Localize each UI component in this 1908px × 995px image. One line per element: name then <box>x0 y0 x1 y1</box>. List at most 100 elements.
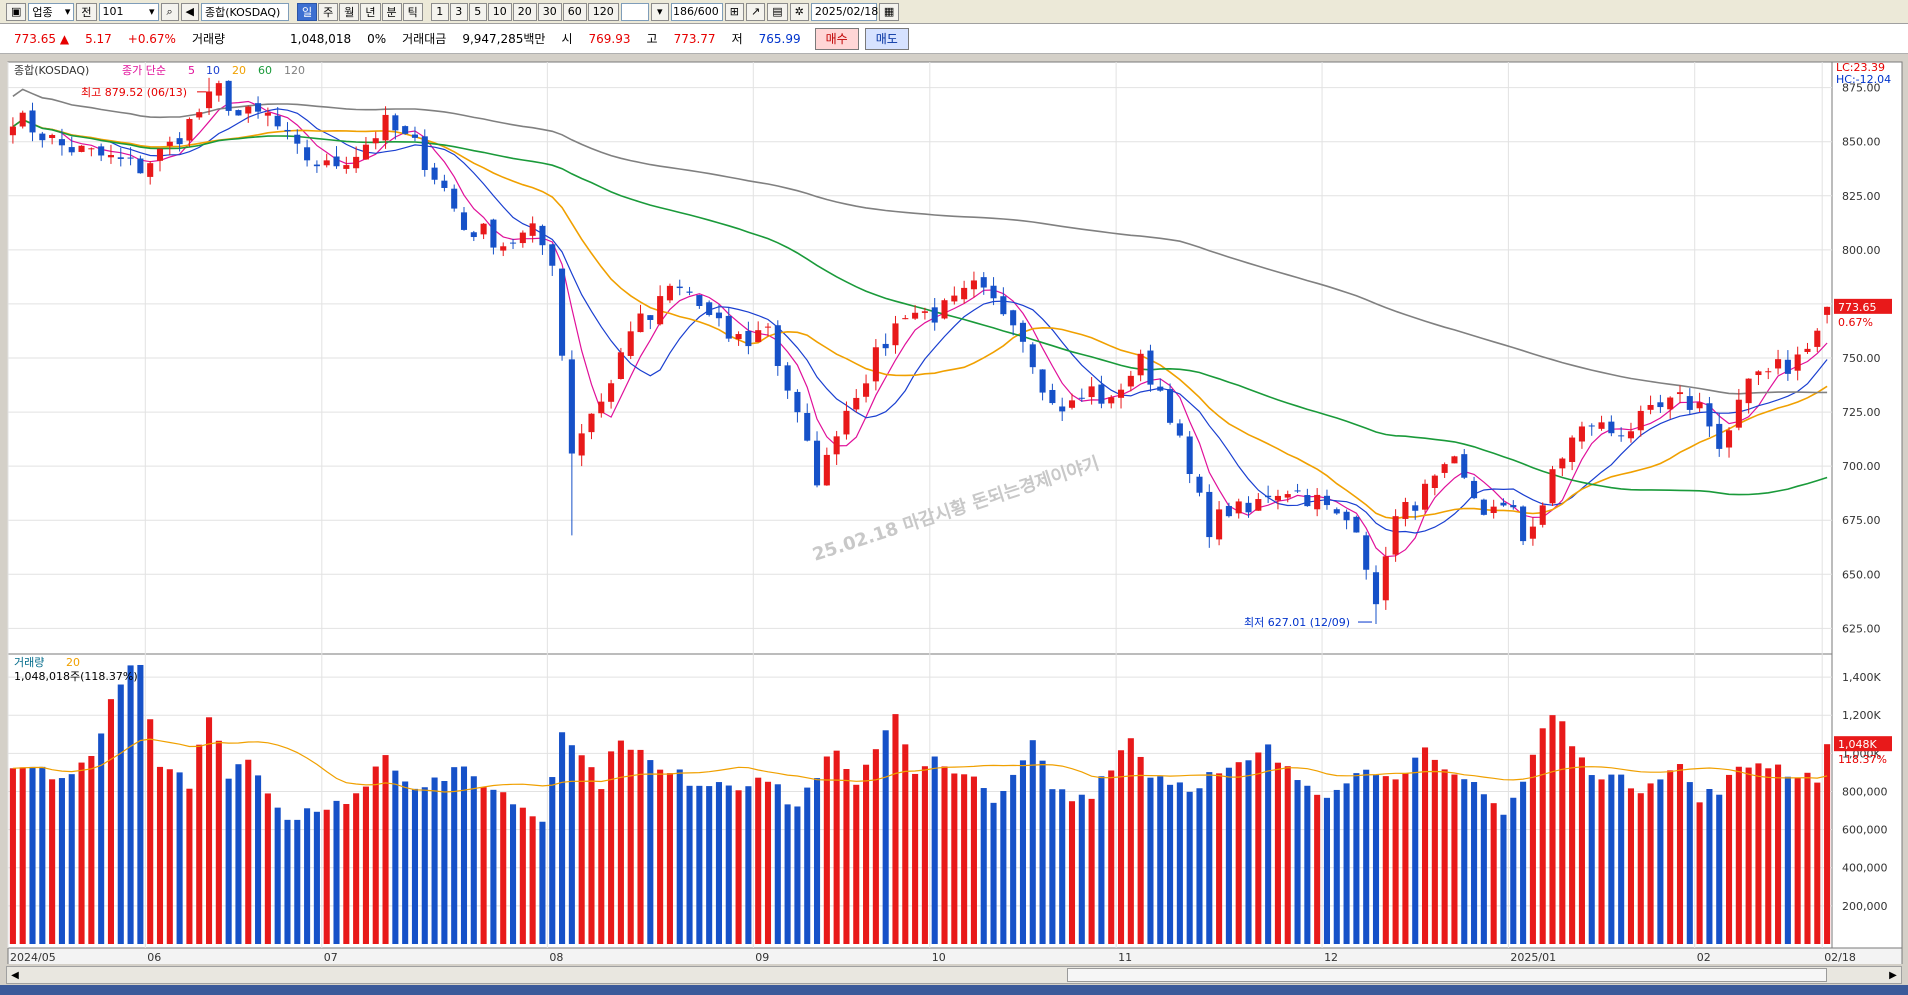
grid-icon[interactable]: ⊞ <box>724 2 744 21</box>
price-tick-label: 650.00 <box>1842 568 1881 581</box>
tab-period-4[interactable]: 분 <box>381 2 402 21</box>
volume-bar <box>568 745 575 944</box>
candle <box>274 115 281 127</box>
tab-period-1[interactable]: 주 <box>318 2 339 21</box>
candle <box>1284 494 1291 498</box>
candle <box>58 139 65 146</box>
chevron-down-icon[interactable]: ▾ <box>650 2 669 21</box>
volume-bar <box>274 807 281 944</box>
volume-bar <box>1176 782 1183 944</box>
candle <box>1569 437 1576 463</box>
sell-button[interactable]: 매도 <box>864 27 909 50</box>
candle <box>1108 397 1115 404</box>
tab-period-0[interactable]: 일 <box>297 2 318 21</box>
amount-value: 9,947,285백만 <box>462 32 546 46</box>
candle <box>205 91 213 109</box>
scrollbar-thumb[interactable] <box>1067 968 1827 982</box>
tab-interval-20[interactable]: 20 <box>512 2 537 21</box>
volume-bar <box>931 756 938 944</box>
date-tick-label: 12 <box>1324 951 1338 964</box>
candle <box>372 138 379 144</box>
code-input[interactable]: 101 ▾ <box>98 2 159 21</box>
scroll-left-icon[interactable]: ◀ <box>8 968 22 982</box>
candle <box>1814 330 1821 347</box>
candle <box>1157 386 1164 391</box>
candle <box>1196 476 1203 493</box>
scroll-right-icon[interactable]: ▶ <box>1886 968 1900 982</box>
volume-bar <box>1559 721 1566 944</box>
candle <box>961 287 968 300</box>
search-icon[interactable]: ⌕ <box>160 2 179 21</box>
candle <box>1343 511 1350 521</box>
tab-interval-60[interactable]: 60 <box>562 2 587 21</box>
volume-bar <box>1000 790 1007 944</box>
volume-bar <box>1824 744 1831 944</box>
buy-button[interactable]: 매수 <box>814 27 859 50</box>
tab-interval-10[interactable]: 10 <box>487 2 512 21</box>
volume-bar <box>107 699 115 944</box>
price-chart[interactable]: 625.00650.00675.00700.00725.00750.00775.… <box>0 56 1908 964</box>
candle <box>1147 350 1154 385</box>
candle <box>1039 369 1046 393</box>
volume-bar <box>1725 774 1733 944</box>
tab-period-5[interactable]: 틱 <box>402 2 423 21</box>
volume-bar <box>1784 776 1791 944</box>
candle <box>519 232 526 244</box>
gear-icon[interactable]: ✲ <box>789 2 809 21</box>
candle <box>225 80 232 111</box>
volume-bar <box>1520 781 1527 944</box>
count-field[interactable]: 186/600 <box>670 2 723 21</box>
tab-period-2[interactable]: 월 <box>339 2 360 21</box>
volume-tick-label: 600,000 <box>1842 824 1888 837</box>
date-tick-label: 11 <box>1118 951 1132 964</box>
candle <box>166 141 173 146</box>
volume-bar <box>39 766 46 944</box>
volume-bar <box>1265 744 1272 944</box>
volume-bar <box>1765 768 1772 944</box>
tab-interval-5[interactable]: 5 <box>468 2 487 21</box>
volume-bar <box>147 719 154 944</box>
volume-bar <box>1372 775 1380 944</box>
calendar-icon[interactable]: ▦ <box>878 2 900 21</box>
volume-bar <box>872 749 879 944</box>
candle <box>1647 404 1654 410</box>
tab-interval-30[interactable]: 30 <box>537 2 562 21</box>
speaker-icon[interactable]: ◀ <box>180 2 199 21</box>
volume-bar <box>1441 769 1448 944</box>
volume-bar <box>1029 740 1036 944</box>
tab-interval-120[interactable]: 120 <box>587 2 619 21</box>
candle <box>480 223 487 235</box>
prev-button[interactable]: 전 <box>76 2 97 21</box>
layout-icon[interactable]: ▣ <box>6 2 27 21</box>
candle <box>431 167 438 180</box>
candle <box>411 134 419 138</box>
candle <box>98 146 105 156</box>
candle <box>1431 475 1438 489</box>
tab-period-3[interactable]: 년 <box>360 2 381 21</box>
candle <box>1657 402 1664 408</box>
trend-icon[interactable]: ↗ <box>745 2 766 21</box>
chart-scrollbar[interactable]: ◀ ▶ <box>6 966 1902 984</box>
candle <box>568 359 575 454</box>
volume-bar <box>1216 773 1223 944</box>
save-icon[interactable]: ▤ <box>767 2 788 21</box>
date-field[interactable]: 2025/02/18 <box>810 2 878 21</box>
candle <box>588 413 595 433</box>
tab-interval-1[interactable]: 1 <box>430 2 449 21</box>
candle <box>1784 359 1791 374</box>
tab-interval-3[interactable]: 3 <box>449 2 468 21</box>
candle <box>666 285 673 301</box>
price-tick-label: 800.00 <box>1842 244 1881 257</box>
candle <box>657 296 664 325</box>
candle <box>676 286 683 289</box>
candle <box>1010 310 1017 326</box>
volume-bar <box>578 755 585 944</box>
volume-bar <box>1127 738 1134 944</box>
candle <box>813 440 821 486</box>
candle <box>1078 397 1085 399</box>
change-value: 5.17 <box>85 31 112 46</box>
volume-bar <box>1274 762 1281 944</box>
candle <box>647 315 654 320</box>
category-select[interactable]: 업종 ▾ <box>28 2 75 21</box>
interval-custom-input[interactable] <box>620 2 649 21</box>
